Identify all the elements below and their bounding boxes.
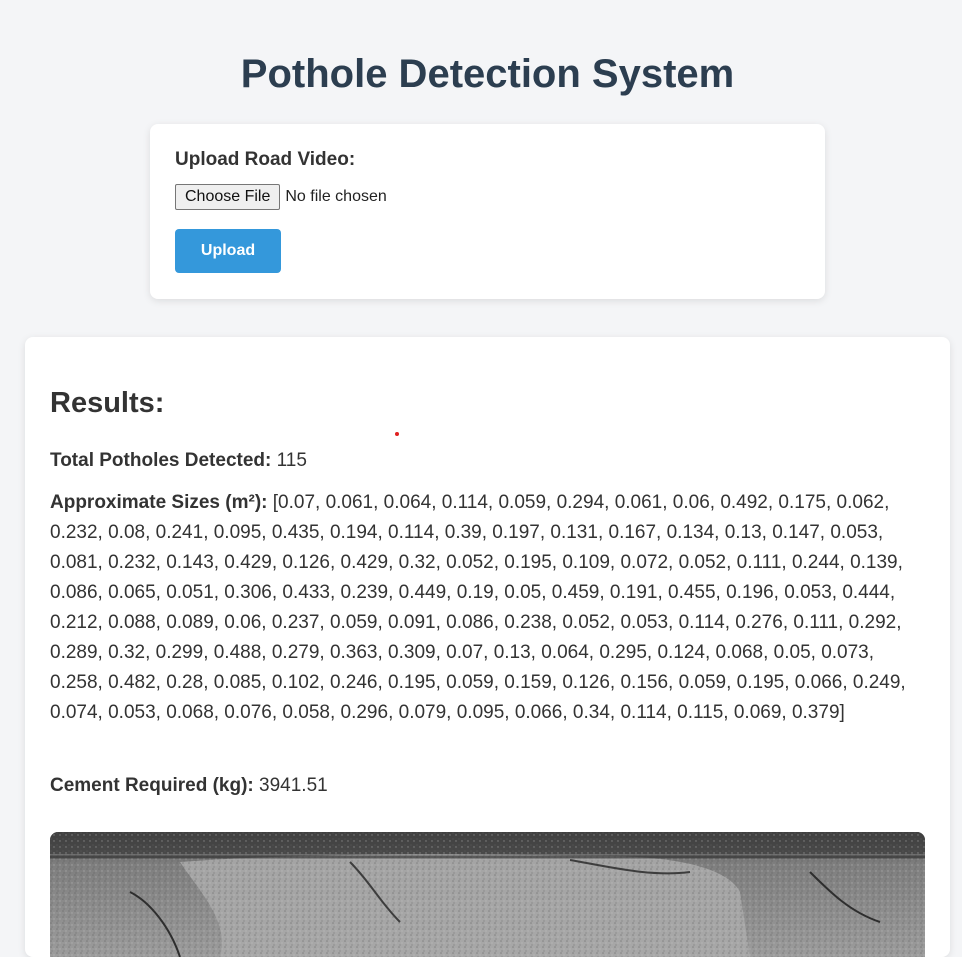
total-potholes-label: Total Potholes Detected: [50,450,272,471]
approximate-sizes: Approximate Sizes (m²): [0.07, 0.061, 0.… [50,488,926,728]
upload-card: Upload Road Video: Choose File No file c… [150,124,825,299]
upload-label: Upload Road Video: [175,149,356,170]
page-title: Pothole Detection System [240,52,735,96]
upload-button[interactable]: Upload [175,229,281,273]
cement-required-value: 3941.51 [259,775,328,796]
cursor-dot [395,432,399,436]
cement-required-label: Cement Required (kg): [50,775,254,796]
road-surface-image [50,832,925,957]
total-potholes-value: 115 [276,450,307,471]
road-video-preview [50,832,925,957]
cement-required: Cement Required (kg): 3941.51 [50,771,926,801]
file-input[interactable]: Choose File No file chosen [175,184,387,210]
file-status-text: No file chosen [285,188,387,205]
results-heading: Results: [50,387,165,419]
choose-file-button[interactable]: Choose File [175,184,281,210]
results-card: Results: Total Potholes Detected: 115 Ap… [25,337,950,957]
approximate-sizes-label: Approximate Sizes (m²): [50,492,268,513]
total-potholes: Total Potholes Detected: 115 [50,446,926,476]
approximate-sizes-value: [0.07, 0.061, 0.064, 0.114, 0.059, 0.294… [50,492,906,723]
